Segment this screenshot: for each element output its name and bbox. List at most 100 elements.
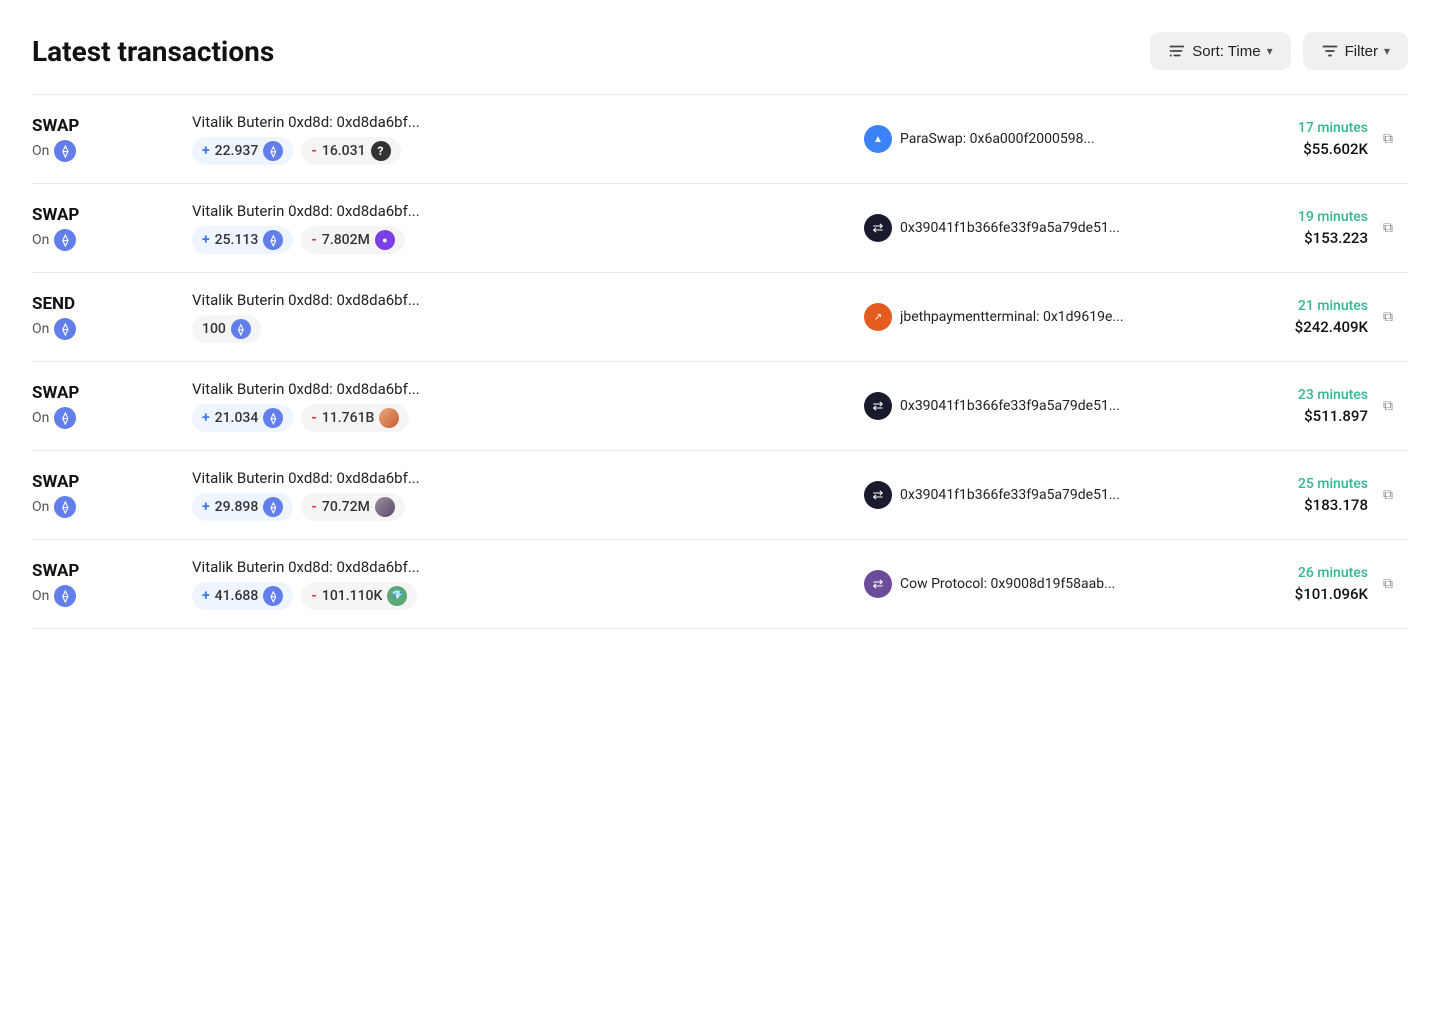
filter-chevron: ▾ xyxy=(1384,44,1390,58)
tx-time: 25 minutes xyxy=(1228,476,1368,492)
table-row: SEND On ⟠ Vitalik Buterin 0xd8d: 0xd8da6… xyxy=(32,273,1408,362)
page-header: Latest transactions Sort: Time ▾ Filter … xyxy=(32,32,1408,70)
tx-amounts: + 22.937 ⟠ - 16.031 ? xyxy=(192,137,848,165)
sort-label: Sort: Time xyxy=(1192,43,1260,60)
plus-sign: + xyxy=(202,410,210,426)
tx-on-text: On xyxy=(32,321,49,337)
transactions-list: SWAP On ⟠ Vitalik Buterin 0xd8d: 0xd8da6… xyxy=(32,94,1408,629)
plus-sign: + xyxy=(202,588,210,604)
token-icon: ⟠ xyxy=(263,230,283,250)
tx-on-row: On ⟠ xyxy=(32,496,192,518)
protocol-name: ParaSwap: 0x6a000f2000598... xyxy=(900,131,1095,147)
external-link-button[interactable]: ⧉ xyxy=(1374,125,1402,153)
tx-address-name: Vitalik Buterin 0xd8d: 0xd8da6bf... xyxy=(192,202,572,220)
eth-network-badge: ⟠ xyxy=(54,318,76,340)
tx-address-col: Vitalik Buterin 0xd8d: 0xd8da6bf... + 22… xyxy=(192,113,848,165)
filter-label: Filter xyxy=(1345,43,1378,60)
token-icon: ⟠ xyxy=(231,319,251,339)
tx-link-col: ⧉ xyxy=(1368,570,1408,598)
amount-pill: 100 ⟠ xyxy=(192,315,261,343)
token-icon: ⟠ xyxy=(263,497,283,517)
eth-network-badge: ⟠ xyxy=(54,140,76,162)
filter-icon xyxy=(1321,42,1339,60)
tx-value: $511.897 xyxy=(1228,407,1368,425)
tx-on-row: On ⟠ xyxy=(32,140,192,162)
protocol-icon: ↗ xyxy=(864,303,892,331)
external-link-button[interactable]: ⧉ xyxy=(1374,303,1402,331)
token-icon xyxy=(379,408,399,428)
minus-sign: - xyxy=(311,588,317,604)
tx-address-col: Vitalik Buterin 0xd8d: 0xd8da6bf... + 29… xyxy=(192,469,848,521)
tx-time: 23 minutes xyxy=(1228,387,1368,403)
external-link-button[interactable]: ⧉ xyxy=(1374,214,1402,242)
amount-pill-in: + 41.688 ⟠ xyxy=(192,582,293,610)
tx-protocol-col: ⇄ Cow Protocol: 0x9008d19f58aab... xyxy=(848,570,1228,598)
plus-sign: + xyxy=(202,232,210,248)
tx-on-text: On xyxy=(32,588,49,604)
sort-icon xyxy=(1168,42,1186,60)
token-icon: ? xyxy=(371,141,391,161)
eth-network-badge: ⟠ xyxy=(54,496,76,518)
sort-button[interactable]: Sort: Time ▾ xyxy=(1150,32,1290,70)
tx-type-label: SWAP xyxy=(32,561,192,581)
external-link-button[interactable]: ⧉ xyxy=(1374,570,1402,598)
amount-pill-out: - 7.802M ● xyxy=(301,226,405,254)
tx-type-col: SWAP On ⟠ xyxy=(32,205,192,251)
amount-pill-in: + 21.034 ⟠ xyxy=(192,404,293,432)
tx-time: 26 minutes xyxy=(1228,565,1368,581)
amount-pill-in: + 29.898 ⟠ xyxy=(192,493,293,521)
amount-pill-in: + 22.937 ⟠ xyxy=(192,137,293,165)
protocol-name: Cow Protocol: 0x9008d19f58aab... xyxy=(900,576,1115,592)
plus-sign: + xyxy=(202,143,210,159)
tx-link-col: ⧉ xyxy=(1368,125,1408,153)
token-icon: ⟠ xyxy=(263,141,283,161)
tx-time-col: 26 minutes $101.096K xyxy=(1228,565,1368,603)
tx-address-col: Vitalik Buterin 0xd8d: 0xd8da6bf... + 41… xyxy=(192,558,848,610)
table-row: SWAP On ⟠ Vitalik Buterin 0xd8d: 0xd8da6… xyxy=(32,540,1408,629)
tx-time-col: 23 minutes $511.897 xyxy=(1228,387,1368,425)
minus-sign: - xyxy=(311,143,317,159)
protocol-icon: ⇄ xyxy=(864,481,892,509)
tx-time: 19 minutes xyxy=(1228,209,1368,225)
token-icon: 💎 xyxy=(387,586,407,606)
external-link-button[interactable]: ⧉ xyxy=(1374,392,1402,420)
tx-value: $183.178 xyxy=(1228,496,1368,514)
tx-on-row: On ⟠ xyxy=(32,585,192,607)
tx-link-col: ⧉ xyxy=(1368,303,1408,331)
token-icon: ⟠ xyxy=(263,586,283,606)
tx-on-text: On xyxy=(32,499,49,515)
tx-on-text: On xyxy=(32,410,49,426)
tx-address-name: Vitalik Buterin 0xd8d: 0xd8da6bf... xyxy=(192,380,572,398)
tx-amounts: + 25.113 ⟠ - 7.802M ● xyxy=(192,226,848,254)
protocol-name: 0x39041f1b366fe33f9a5a79de51... xyxy=(900,487,1120,503)
tx-type-col: SEND On ⟠ xyxy=(32,294,192,340)
table-row: SWAP On ⟠ Vitalik Buterin 0xd8d: 0xd8da6… xyxy=(32,184,1408,273)
tx-type-col: SWAP On ⟠ xyxy=(32,472,192,518)
external-link-button[interactable]: ⧉ xyxy=(1374,481,1402,509)
sort-chevron: ▾ xyxy=(1267,44,1273,58)
tx-type-label: SWAP xyxy=(32,383,192,403)
amount-pill-out: - 70.72M xyxy=(301,493,405,521)
amount-pill-out: - 16.031 ? xyxy=(301,137,400,165)
tx-protocol-col: ⇄ 0x39041f1b366fe33f9a5a79de51... xyxy=(848,481,1228,509)
protocol-name: 0x39041f1b366fe33f9a5a79de51... xyxy=(900,398,1120,414)
tx-protocol-col: ▲ ParaSwap: 0x6a000f2000598... xyxy=(848,125,1228,153)
tx-amounts: + 29.898 ⟠ - 70.72M xyxy=(192,493,848,521)
tx-type-col: SWAP On ⟠ xyxy=(32,116,192,162)
tx-protocol-col: ↗ jbethpaymentterminal: 0x1d9619e... xyxy=(848,303,1228,331)
amount-pill-in: + 25.113 ⟠ xyxy=(192,226,293,254)
tx-type-label: SWAP xyxy=(32,205,192,225)
tx-type-label: SWAP xyxy=(32,116,192,136)
tx-address-name: Vitalik Buterin 0xd8d: 0xd8da6bf... xyxy=(192,291,572,309)
tx-protocol-col: ⇄ 0x39041f1b366fe33f9a5a79de51... xyxy=(848,392,1228,420)
protocol-icon: ⇄ xyxy=(864,392,892,420)
tx-time-col: 25 minutes $183.178 xyxy=(1228,476,1368,514)
eth-network-badge: ⟠ xyxy=(54,585,76,607)
filter-button[interactable]: Filter ▾ xyxy=(1303,32,1408,70)
minus-sign: - xyxy=(311,232,317,248)
tx-address-name: Vitalik Buterin 0xd8d: 0xd8da6bf... xyxy=(192,113,572,131)
tx-address-name: Vitalik Buterin 0xd8d: 0xd8da6bf... xyxy=(192,469,572,487)
table-row: SWAP On ⟠ Vitalik Buterin 0xd8d: 0xd8da6… xyxy=(32,362,1408,451)
tx-link-col: ⧉ xyxy=(1368,214,1408,242)
tx-value: $153.223 xyxy=(1228,229,1368,247)
